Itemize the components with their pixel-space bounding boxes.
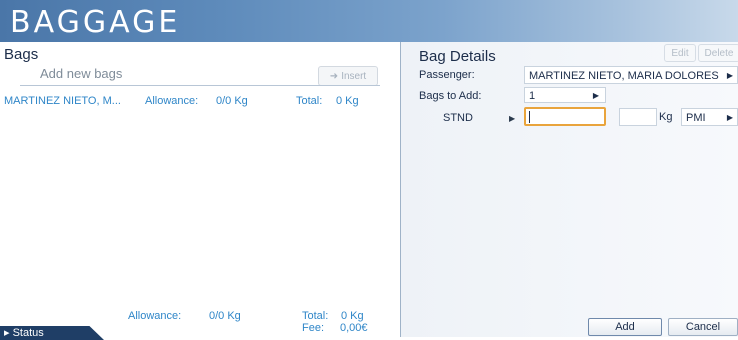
footer-fee-value: 0,00€ xyxy=(340,322,368,334)
status-label: ▸ Status xyxy=(4,326,44,340)
bag-row-passenger[interactable]: MARTINEZ NIETO, M... xyxy=(4,95,121,107)
status-tab[interactable]: ▸ Status xyxy=(0,326,104,340)
passenger-select[interactable]: MARTINEZ NIETO, MARIA DOLORES ▶ xyxy=(524,66,738,84)
divider xyxy=(20,85,380,86)
dropdown-arrow-icon: ▶ xyxy=(726,113,733,122)
bag-details-panel: Bag Details Edit Delete Passenger: MARTI… xyxy=(401,42,738,337)
add-button[interactable]: Add xyxy=(588,318,662,336)
bag-row-allowance-label: Allowance: xyxy=(145,95,199,107)
kg-label: Kg xyxy=(659,111,673,123)
bags-title: Bags xyxy=(4,46,39,63)
dropdown-arrow-icon: ▶ xyxy=(726,71,733,80)
destination-select[interactable]: PMI ▶ xyxy=(681,108,738,126)
insert-arrow-icon: ➜ xyxy=(329,70,339,82)
footer-total-value: 0 Kg xyxy=(341,310,364,322)
add-new-bags-input[interactable]: Add new bags xyxy=(40,66,122,81)
bag-row-total-label: Total: xyxy=(296,95,323,107)
insert-label: Insert xyxy=(341,70,367,82)
kg-input[interactable] xyxy=(619,108,657,126)
text-caret xyxy=(529,111,530,123)
footer-allowance-label: Allowance: xyxy=(128,310,182,322)
dropdown-arrow-icon: ▶ xyxy=(592,91,599,100)
expand-arrow-icon: ▸ xyxy=(4,327,13,339)
bag-row-total-value: 0 Kg xyxy=(336,95,359,107)
passenger-label: Passenger: xyxy=(419,69,475,81)
cancel-button[interactable]: Cancel xyxy=(668,318,738,336)
footer-total-label: Total: xyxy=(302,310,329,322)
bags-panel: Bags Add new bags ➜ Insert MARTINEZ NIET… xyxy=(0,42,401,340)
bag-weight-input[interactable] xyxy=(524,107,606,126)
edit-button[interactable]: Edit xyxy=(664,44,696,62)
stnd-label: STND xyxy=(443,112,473,124)
status-text: Status xyxy=(12,327,44,339)
header-bar: BAGGAGE xyxy=(0,0,738,42)
footer-fee-label: Fee: xyxy=(302,322,325,334)
stnd-arrow-icon: ▶ xyxy=(509,114,516,123)
insert-button[interactable]: ➜ Insert xyxy=(318,66,378,86)
bag-row-allowance-value: 0/0 Kg xyxy=(216,95,248,107)
bags-to-add-label: Bags to Add: xyxy=(419,90,482,102)
app-title: BAGGAGE xyxy=(10,5,181,40)
passenger-value: MARTINEZ NIETO, MARIA DOLORES xyxy=(529,70,719,82)
footer-allowance-value: 0/0 Kg xyxy=(209,310,241,322)
delete-button[interactable]: Delete xyxy=(698,44,738,62)
destination-value: PMI xyxy=(686,112,706,124)
bag-details-title: Bag Details xyxy=(419,48,496,65)
bags-to-add-select[interactable]: 1 ▶ xyxy=(524,87,606,103)
bags-to-add-value: 1 xyxy=(529,90,536,102)
